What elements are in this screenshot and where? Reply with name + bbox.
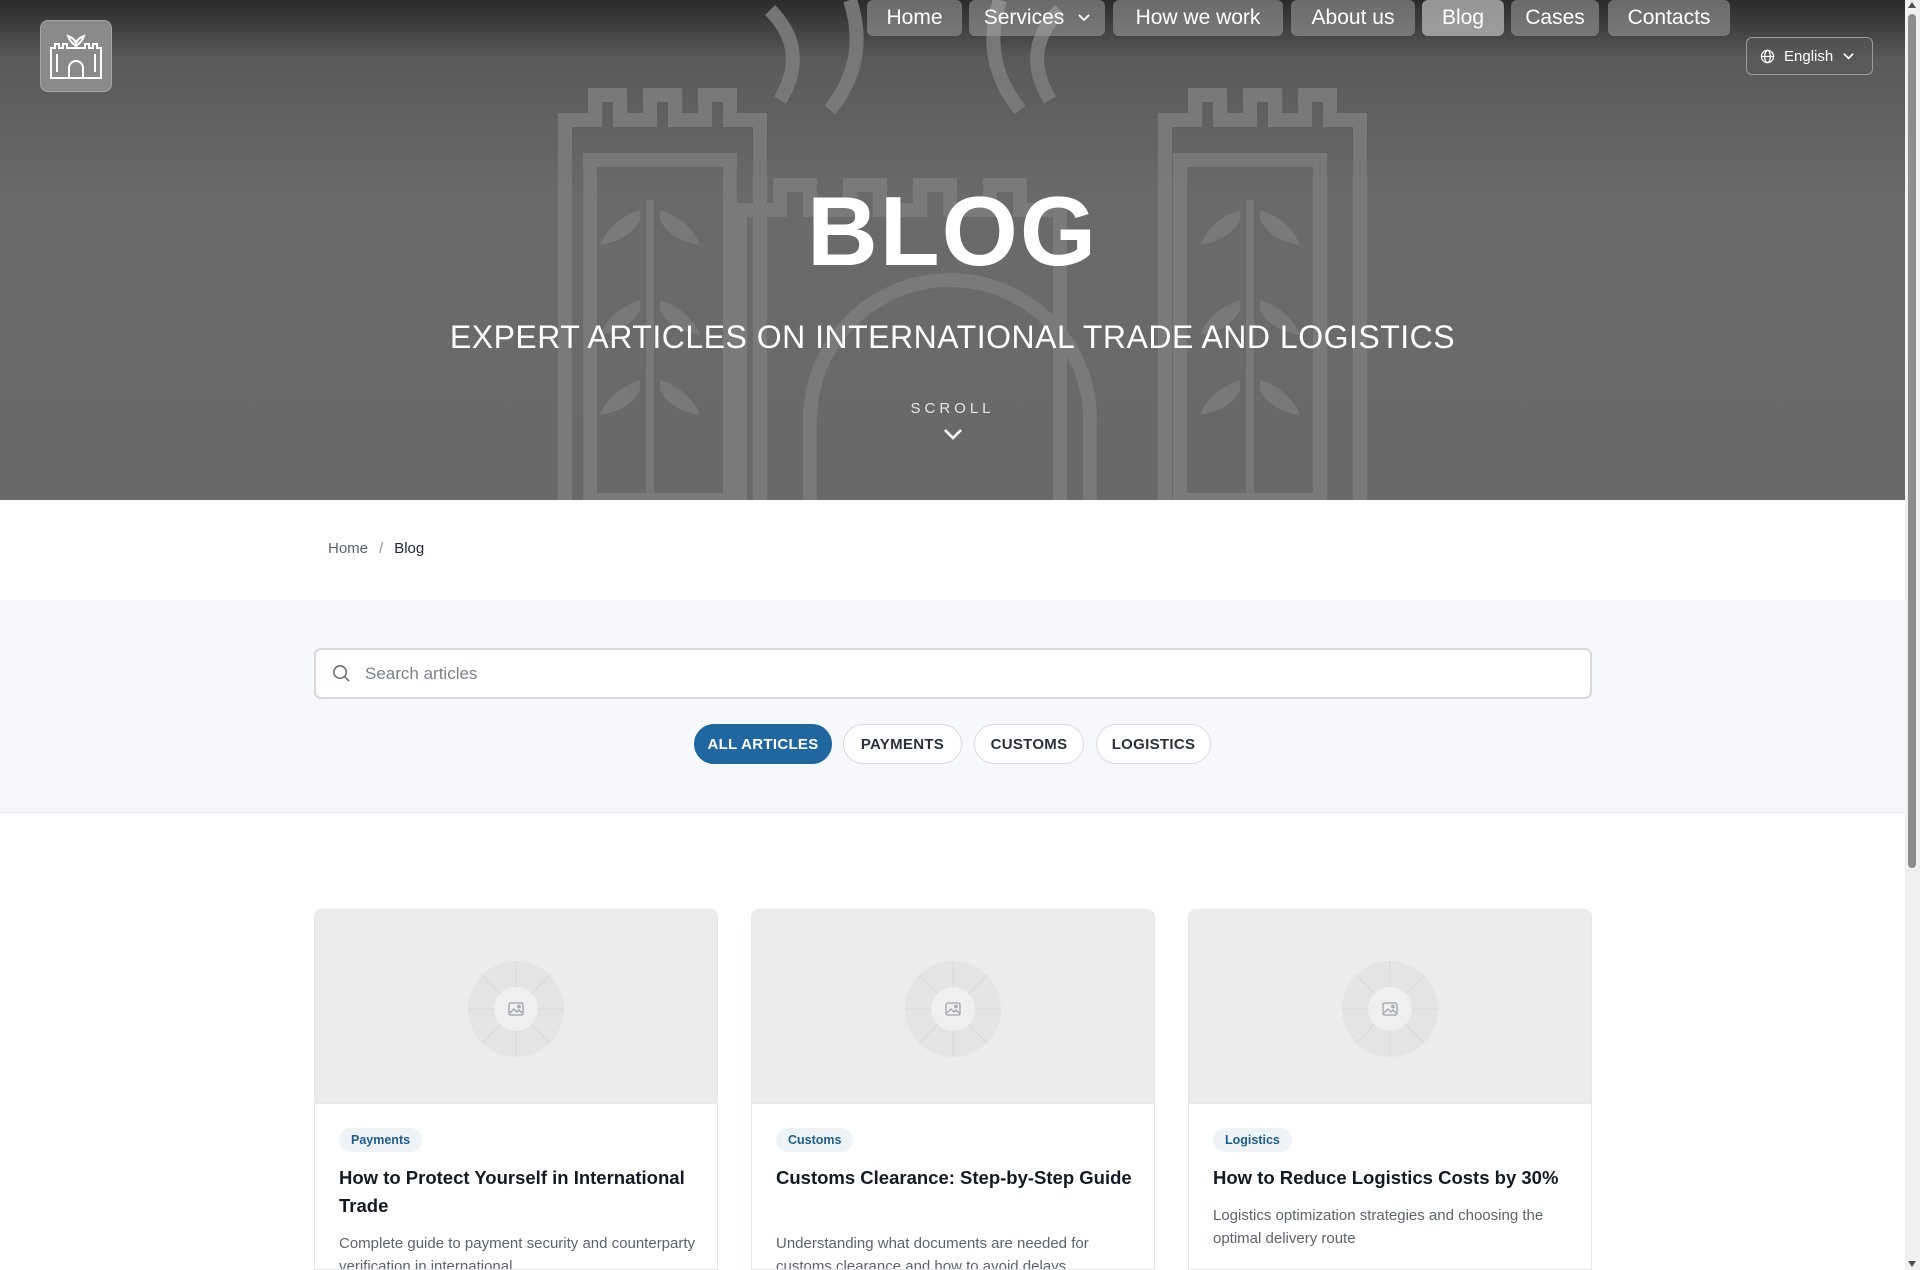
hero-section: Home Services How we work About us Blog …: [0, 0, 1905, 500]
breadcrumb-current: Blog: [394, 540, 425, 557]
article-title[interactable]: Customs Clearance: Step-by-Step Guide: [776, 1164, 1136, 1192]
article-card[interactable]: Payments How to Protect Yourself in Inte…: [314, 909, 718, 1270]
breadcrumb-separator: /: [379, 540, 384, 557]
article-category-tag[interactable]: Logistics: [1213, 1128, 1292, 1152]
nav-services[interactable]: Services: [969, 0, 1105, 36]
article-card[interactable]: Logistics How to Reduce Logistics Costs …: [1188, 909, 1592, 1270]
filter-payments[interactable]: PAYMENTS: [843, 724, 962, 764]
image-placeholder-icon: [468, 961, 564, 1057]
castle-logo-icon: [50, 34, 102, 79]
filter-section: [0, 600, 1905, 813]
article-description: Logistics optimization strategies and ch…: [1213, 1207, 1544, 1247]
nav-home-label: Home: [886, 6, 943, 29]
chevron-down-icon: [1843, 52, 1854, 60]
nav-contacts-label: Contacts: [1627, 6, 1711, 29]
filter-customs-label: CUSTOMS: [990, 735, 1068, 753]
search-icon: [333, 665, 350, 682]
scroll-label: SCROLL: [910, 400, 995, 417]
article-category-tag[interactable]: Customs: [776, 1128, 854, 1152]
page-title: BLOG: [806, 176, 1099, 286]
nav-about-us[interactable]: About us: [1291, 0, 1415, 36]
nav-blog[interactable]: Blog: [1422, 0, 1504, 36]
article-card[interactable]: Customs Customs Clearance: Step-by-Step …: [751, 909, 1155, 1270]
scroll-down-chevron-icon[interactable]: [943, 428, 963, 442]
image-placeholder-icon: [905, 961, 1001, 1057]
nav-about-us-label: About us: [1311, 6, 1395, 29]
site-logo[interactable]: [40, 20, 112, 92]
nav-home[interactable]: Home: [867, 0, 962, 36]
scroll-down-arrow-icon[interactable]: [1908, 1261, 1916, 1267]
article-title[interactable]: How to Reduce Logistics Costs by 30%: [1213, 1164, 1573, 1192]
filter-all-articles[interactable]: ALL ARTICLES: [694, 724, 832, 764]
page-subtitle: EXPERT ARTICLES ON INTERNATIONAL TRADE A…: [449, 319, 1456, 355]
nav-cases-label: Cases: [1525, 6, 1585, 29]
article-image-placeholder: [752, 910, 1154, 1104]
nav-how-we-work[interactable]: How we work: [1113, 0, 1283, 36]
search-box[interactable]: [314, 648, 1592, 699]
article-description: Complete guide to payment security and c…: [339, 1235, 696, 1270]
chevron-down-icon: [1078, 14, 1090, 22]
nav-how-we-work-label: How we work: [1135, 6, 1261, 29]
article-description: Understanding what documents are needed …: [776, 1235, 1089, 1270]
nav-contacts[interactable]: Contacts: [1608, 0, 1730, 36]
filter-payments-label: PAYMENTS: [860, 735, 945, 753]
scroll-up-arrow-icon[interactable]: [1908, 2, 1916, 8]
breadcrumb: Home / Blog: [328, 540, 424, 557]
globe-icon: [1760, 49, 1775, 63]
article-image-placeholder: [1189, 910, 1591, 1104]
nav-cases[interactable]: Cases: [1511, 0, 1599, 36]
filter-logistics-label: LOGISTICS: [1111, 735, 1196, 753]
article-category-tag[interactable]: Payments: [339, 1128, 423, 1152]
top-navigation-bar: Home Services How we work About us Blog …: [0, 0, 1905, 95]
filter-customs[interactable]: CUSTOMS: [974, 724, 1084, 764]
article-image-placeholder: [315, 910, 717, 1104]
nav-services-label: Services: [983, 6, 1065, 29]
language-label: English: [1784, 47, 1834, 65]
filter-all-articles-label: ALL ARTICLES: [707, 735, 819, 753]
article-title[interactable]: How to Protect Yourself in International…: [339, 1164, 699, 1220]
image-placeholder-icon: [1342, 961, 1438, 1057]
filter-logistics[interactable]: LOGISTICS: [1096, 724, 1211, 764]
search-input[interactable]: [365, 663, 1545, 684]
language-selector[interactable]: English: [1746, 37, 1873, 75]
breadcrumb-home-link[interactable]: Home: [328, 540, 368, 557]
nav-blog-label: Blog: [1441, 6, 1485, 29]
scrollbar-thumb[interactable]: [1908, 14, 1916, 868]
